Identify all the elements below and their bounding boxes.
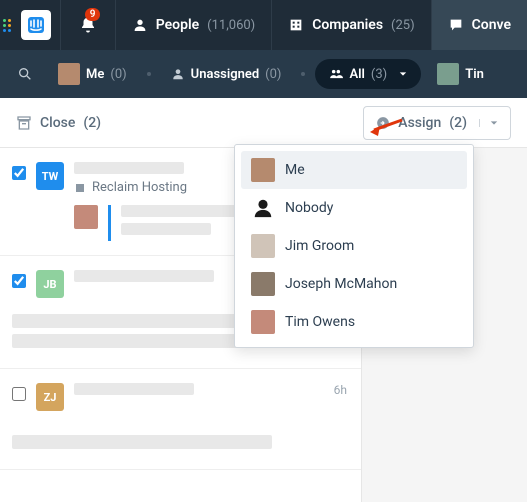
app-switcher-dots[interactable] [0, 0, 12, 50]
nav-conv-label: Conve [472, 17, 511, 33]
conversation-row[interactable]: 6h ZJ [0, 369, 361, 470]
archive-icon [16, 115, 32, 131]
redacted-name [74, 270, 214, 282]
nav-people-label: People [156, 17, 199, 33]
intercom-icon [27, 16, 45, 34]
search-icon [17, 66, 33, 82]
separator [301, 72, 305, 76]
avatar [251, 272, 275, 296]
redacted-name [74, 383, 194, 395]
assign-option-user[interactable]: Jim Groom [241, 227, 467, 265]
nav-people[interactable]: People (11,060) [116, 0, 272, 50]
option-label: Jim Groom [285, 238, 354, 254]
filter-all[interactable]: All (3) [315, 59, 421, 89]
nav-companies[interactable]: Companies (25) [272, 0, 431, 50]
avatar [251, 310, 275, 334]
separator [147, 72, 151, 76]
nav-conversations[interactable]: Conve [432, 0, 527, 50]
conversation-toolbar: Close (2) Assign (2) [0, 98, 527, 148]
row-checkbox[interactable] [12, 387, 26, 401]
avatar [251, 158, 275, 182]
close-count: (2) [83, 115, 101, 131]
timestamp: 6h [334, 383, 347, 397]
option-label: Me [285, 162, 305, 178]
filter-all-count: (3) [371, 67, 387, 82]
nav-companies-count: (25) [391, 18, 415, 33]
assign-arrow-icon [376, 116, 390, 130]
notifications-button[interactable]: 9 [61, 0, 116, 50]
notifications-badge: 9 [85, 8, 101, 21]
filter-user-extra[interactable]: Tin [427, 63, 494, 85]
assign-label: Assign [398, 115, 441, 131]
close-label: Close [40, 115, 75, 131]
assign-option-user[interactable]: Tim Owens [241, 303, 467, 341]
filter-me-label: Me [86, 67, 104, 82]
filter-me[interactable]: Me (0) [48, 63, 137, 85]
app-logo[interactable] [12, 0, 61, 50]
redacted-name [74, 162, 184, 174]
close-button[interactable]: Close (2) [16, 115, 101, 131]
user-avatar: ZJ [36, 383, 64, 411]
top-nav: 9 People (11,060) Companies (25) Conve [0, 0, 527, 50]
chat-icon [448, 17, 464, 33]
nav-companies-label: Companies [312, 17, 383, 33]
assign-option-user[interactable]: Joseph McMahon [241, 265, 467, 303]
filter-me-count: (0) [110, 67, 126, 82]
filter-unassigned[interactable]: Unassigned (0) [161, 67, 292, 82]
avatar [58, 63, 80, 85]
filter-all-label: All [349, 67, 364, 82]
chevron-down-icon [479, 119, 498, 127]
redacted-text [12, 435, 272, 449]
people-icon [329, 67, 343, 81]
chevron-down-icon [399, 70, 407, 78]
assign-dropdown: Me Nobody Jim Groom Joseph McMahon Tim O… [234, 144, 474, 348]
assign-button[interactable]: Assign (2) [363, 106, 511, 140]
reply-indicator [108, 205, 111, 241]
row-checkbox[interactable] [12, 274, 26, 288]
avatar [437, 63, 459, 85]
assign-count: (2) [449, 115, 467, 131]
reply-avatar [74, 205, 98, 229]
option-label: Joseph McMahon [285, 276, 397, 292]
option-label: Nobody [285, 200, 333, 216]
person-icon [171, 67, 185, 81]
nav-people-count: (11,060) [207, 18, 255, 33]
assign-option-me[interactable]: Me [241, 151, 467, 189]
filter-unassigned-count: (0) [265, 67, 281, 82]
avatar [251, 234, 275, 258]
assign-option-nobody[interactable]: Nobody [241, 189, 467, 227]
option-label: Tim Owens [285, 314, 355, 330]
building-icon [288, 17, 304, 33]
inbox-filter-bar: Me (0) Unassigned (0) All (3) Tin [0, 50, 527, 98]
user-avatar: TW [36, 162, 64, 190]
nobody-icon [251, 196, 275, 220]
row-checkbox[interactable] [12, 166, 26, 180]
search-button[interactable] [8, 66, 42, 82]
redacted-text [121, 223, 211, 235]
user-avatar: JB [36, 270, 64, 298]
person-icon [132, 17, 148, 33]
filter-extra-label: Tin [465, 67, 484, 82]
filter-unassigned-label: Unassigned [191, 67, 260, 82]
building-icon [74, 182, 86, 194]
